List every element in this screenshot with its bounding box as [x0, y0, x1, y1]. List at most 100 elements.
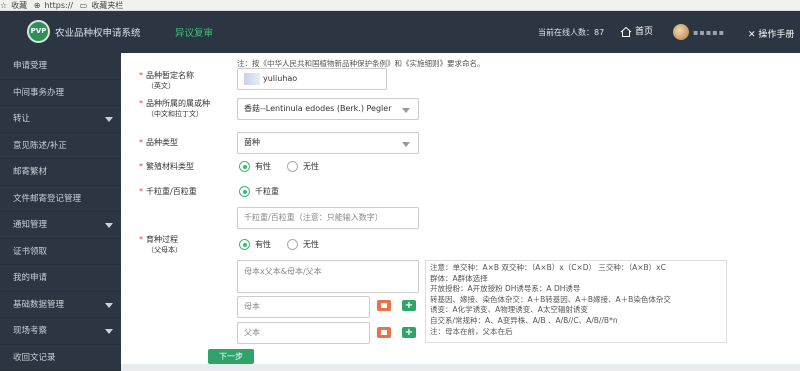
sidebar-item-site-inspection[interactable]: 现场考察	[0, 318, 121, 345]
sidebar-item-returned-docs[interactable]: 收回文记录	[0, 345, 121, 371]
nav-objection-review[interactable]: 异议复审	[175, 25, 213, 39]
cross-formula-textarea[interactable]: 母本x父本&母本/父本	[237, 260, 419, 293]
home-link[interactable]: 首页	[620, 24, 653, 38]
bookmarks-label[interactable]: 收藏夹栏	[91, 1, 123, 10]
chevron-down-icon	[402, 142, 410, 147]
required-mark: *	[139, 71, 143, 80]
chevron-down-icon	[402, 108, 410, 113]
chevron-down-icon	[105, 329, 113, 334]
sidebar-item-application-acceptance[interactable]: 申请受理	[0, 53, 121, 80]
breeding-sexual-radio[interactable]: 有性	[239, 239, 271, 250]
next-button[interactable]: 下一步	[208, 349, 254, 364]
sidebar-item-label: 基础数据管理	[13, 299, 65, 310]
seed-weight-label: * 千粒重/百粒重	[139, 187, 197, 197]
home-icon	[620, 26, 632, 37]
wrench-icon: ✕	[748, 30, 756, 40]
seed-weight-radio[interactable]: 千粒重	[239, 186, 279, 197]
seed-weight-placeholder: 千粒重/百粒重（注意：只能输入数字）	[244, 213, 383, 222]
seed-weight-input[interactable]: 千粒重/百粒重（注意：只能输入数字）	[237, 207, 419, 229]
delete-male-button[interactable]	[377, 327, 391, 338]
globe-icon: ⊕	[33, 1, 41, 10]
note-line: 自交系/常规种：A、A变异株、A/B 、A/B//C、A/B//B*n	[430, 315, 618, 325]
sidebar-item-label: 文件邮寄登记管理	[13, 193, 82, 204]
variety-name-sub: （英文）	[147, 82, 175, 90]
genus-species-sub: （中文和拉丁文）	[147, 110, 203, 118]
radio-label: 有性	[255, 162, 271, 171]
variety-type-label: * 品种类型	[139, 138, 178, 148]
required-mark: *	[139, 162, 143, 171]
radio-selected-icon	[239, 239, 250, 250]
sidebar-item-transfer[interactable]: 转让	[0, 106, 121, 133]
username[interactable]: ▪▪▪▪▪	[693, 28, 725, 37]
propagation-asexual-radio[interactable]: 无性	[287, 161, 319, 172]
male-parent-placeholder: 父本	[244, 328, 260, 337]
sidebar-item-base-data[interactable]: 基础数据管理	[0, 292, 121, 318]
variety-type-value: 菌种	[244, 138, 260, 147]
variety-name-label: * 品种暂定名称 （英文）	[139, 71, 194, 91]
sidebar-item-intermediate-affairs[interactable]: 中间事务办理	[0, 80, 121, 106]
genus-species-value: 香菇--Lentinula edodes (Berk.) Pegler	[244, 104, 392, 113]
top-header: PVP 农业品种权申请系统 异议复审 当前在线人数：87 首页 ▪▪▪▪▪ ✕ …	[0, 11, 800, 53]
propagation-type-label: * 繁殖材料类型	[139, 162, 194, 172]
breeding-notes: 注意：单交种：A×B 双交种：（A×B）x（C×D） 三交种：（A×B）xC 群…	[425, 260, 727, 343]
sidebar-item-notices[interactable]: 通知管理	[0, 212, 121, 239]
variety-name-label-text: 品种暂定名称	[146, 71, 194, 80]
sidebar-item-label: 转让	[13, 114, 31, 124]
sidebar-item-label: 中间事务办理	[13, 87, 65, 98]
star-icon[interactable]: ☆	[0, 1, 7, 10]
sidebar-item-opinion-correction[interactable]: 意见陈述/补正	[0, 133, 121, 159]
variety-type-select[interactable]: 菌种	[237, 132, 419, 154]
sidebar-item-label: 现场考察	[13, 326, 48, 336]
chevron-down-icon	[105, 223, 113, 228]
browser-favorites-bar: ☆ 收藏 ⊕ https:// ▭ 收藏夹栏	[0, 0, 800, 11]
radio-label: 无性	[303, 240, 319, 249]
genus-species-label: * 品种所属的属或种 （中文和拉丁文）	[139, 99, 210, 119]
url-label[interactable]: https://	[44, 1, 73, 10]
manual-link[interactable]: ✕ 操作手册	[748, 27, 794, 40]
avatar[interactable]	[673, 24, 689, 40]
app-title: 农业品种权申请系统	[55, 28, 141, 39]
sidebar-item-mail-materials[interactable]: 邮寄繁材	[0, 159, 121, 186]
application-form: 注：按《中华人民共和国植物新品种保护条例》和《实施细则》要求命名。 * 品种暂定名…	[121, 53, 800, 371]
favorites-label[interactable]: 收藏	[11, 1, 27, 10]
blurred-photo	[244, 72, 260, 85]
note-line: 开放授粉：A开放授粉 DH诱导系：A DH诱导	[430, 284, 581, 294]
note-line: 诱变：A化学诱变、A物理诱变、A太空辐射诱变	[430, 305, 588, 315]
sidebar-item-label: 邮寄繁材	[13, 167, 48, 177]
required-mark: *	[139, 99, 143, 108]
add-female-button[interactable]: +	[402, 300, 416, 311]
note-line: 注意：单交种：A×B 双交种：（A×B）x（C×D） 三交种：（A×B）xC	[430, 263, 666, 272]
sidebar-item-label: 意见陈述/补正	[13, 140, 67, 151]
male-parent-input[interactable]: 父本	[237, 322, 370, 344]
radio-selected-icon	[239, 161, 250, 172]
delete-female-button[interactable]	[377, 300, 391, 311]
female-parent-input[interactable]: 母本	[237, 296, 370, 318]
radio-label: 有性	[255, 240, 271, 249]
sidebar-item-certificate[interactable]: 证书领取	[0, 239, 121, 265]
chevron-down-icon	[105, 302, 113, 308]
home-label: 首页	[635, 27, 654, 37]
radio-label: 千粒重	[255, 187, 279, 196]
variety-name-value: yuliuhao	[263, 74, 298, 83]
radio-label: 无性	[303, 162, 319, 171]
breeding-asexual-radio[interactable]: 无性	[287, 239, 319, 250]
manual-label: 操作手册	[758, 30, 795, 40]
variety-type-label-text: 品种类型	[146, 138, 178, 147]
genus-species-label-text: 品种所属的属或种	[146, 99, 210, 108]
radio-selected-icon	[239, 186, 250, 197]
propagation-sexual-radio[interactable]: 有性	[239, 161, 271, 172]
variety-name-input[interactable]: yuliuhao	[237, 68, 387, 90]
breeding-process-sub: （父母本）	[147, 246, 182, 254]
radio-unselected-icon	[287, 161, 298, 172]
sidebar-item-mail-registration[interactable]: 文件邮寄登记管理	[0, 186, 121, 212]
pvp-logo: PVP	[27, 20, 50, 43]
seed-weight-label-text: 千粒重/百粒重	[146, 187, 197, 196]
add-male-button[interactable]: +	[402, 327, 416, 338]
female-parent-placeholder: 母本	[244, 302, 260, 311]
note-line: 转基因、嫁接、染色体杂交：A＋B转基因、A＋B嫁接、A＋B染色体杂交	[430, 294, 671, 304]
sidebar-item-my-applications[interactable]: 我的申请	[0, 265, 121, 292]
breeding-process-label-text: 育种过程	[146, 235, 178, 244]
genus-species-select[interactable]: 香菇--Lentinula edodes (Berk.) Pegler	[237, 98, 419, 120]
cross-formula-placeholder: 母本x父本&母本/父本	[244, 267, 322, 276]
note-line: 群体：A群体选择	[430, 273, 488, 283]
